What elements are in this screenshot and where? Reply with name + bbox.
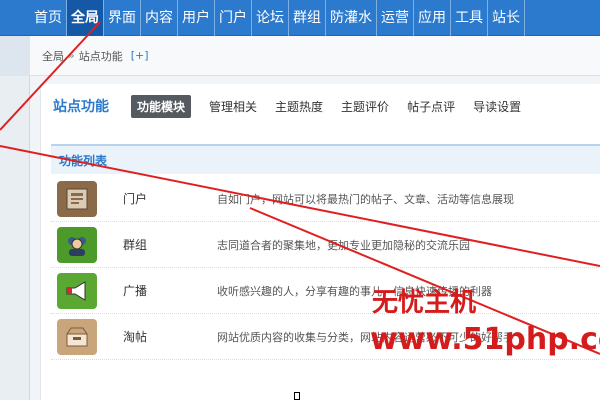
group-icon <box>57 226 97 263</box>
side-menu-header <box>0 36 30 76</box>
module-name: 淘帖 <box>123 330 148 344</box>
tab-management[interactable]: 管理相关 <box>209 98 257 115</box>
tab-guide-settings[interactable]: 导读设置 <box>473 98 521 115</box>
list-header: 功能列表 <box>51 144 600 174</box>
nav-item-users[interactable]: 用户 <box>178 0 215 36</box>
module-name: 群组 <box>123 238 148 252</box>
module-description: 自如门户，网站可以将最热门的帖子、文章、活动等信息展现 <box>217 192 514 206</box>
list-item: 门户 自如门户，网站可以将最热门的帖子、文章、活动等信息展现 <box>51 176 600 222</box>
tab-post-comments[interactable]: 帖子点评 <box>407 98 455 115</box>
tab-thread-rating[interactable]: 主题评价 <box>341 98 389 115</box>
portal-icon <box>57 180 97 217</box>
nav-item-portal[interactable]: 门户 <box>215 0 252 36</box>
breadcrumb-root[interactable]: 全局 <box>42 48 64 64</box>
nav-item-antispam[interactable]: 防灌水 <box>326 0 377 36</box>
collection-icon <box>57 318 97 355</box>
sub-nav: 站点功能 功能模块 管理相关 主题热度 主题评价 帖子点评 导读设置 <box>41 84 600 128</box>
broadcast-icon <box>57 272 97 309</box>
nav-item-apps[interactable]: 应用 <box>414 0 451 36</box>
side-menu-strip <box>0 36 30 400</box>
top-nav: 首页 全局 界面 内容 用户 门户 论坛 群组 防灌水 运营 应用 工具 站长 <box>0 0 600 36</box>
nav-item-operations[interactable]: 运营 <box>377 0 414 36</box>
nav-item-home[interactable]: 首页 <box>30 0 67 36</box>
breadcrumb-current: 站点功能 <box>78 49 123 63</box>
watermark-url: www.51php.co <box>370 322 600 357</box>
module-description: 志同道合者的聚集地，更加专业更加隐秘的交流乐园 <box>217 238 470 252</box>
list-item: 群组 志同道合者的聚集地，更加专业更加隐秘的交流乐园 <box>51 222 600 268</box>
nav-item-tools[interactable]: 工具 <box>451 0 488 36</box>
mouse-cursor-icon <box>294 392 300 400</box>
watermark-title: 无忧主机 <box>372 288 477 318</box>
tab-thread-heat[interactable]: 主题热度 <box>275 98 323 115</box>
page-title: 站点功能 <box>53 99 109 115</box>
nav-item-content[interactable]: 内容 <box>141 0 178 36</box>
breadcrumb: 全局 » 站点功能 [+] <box>30 36 600 76</box>
module-name: 门户 <box>123 192 148 206</box>
nav-item-forum[interactable]: 论坛 <box>252 0 289 36</box>
nav-item-global[interactable]: 全局 <box>67 0 104 36</box>
nav-item-interface[interactable]: 界面 <box>104 0 141 36</box>
nav-item-groups[interactable]: 群组 <box>289 0 326 36</box>
breadcrumb-separator: » <box>68 49 75 62</box>
nav-item-webmaster[interactable]: 站长 <box>488 0 525 36</box>
module-name: 广播 <box>123 284 148 298</box>
add-shortcut-button[interactable]: [+] <box>131 49 149 62</box>
tab-modules[interactable]: 功能模块 <box>131 94 192 118</box>
admin-window: 首页 全局 界面 内容 用户 门户 论坛 群组 防灌水 运营 应用 工具 站长 … <box>0 0 600 400</box>
